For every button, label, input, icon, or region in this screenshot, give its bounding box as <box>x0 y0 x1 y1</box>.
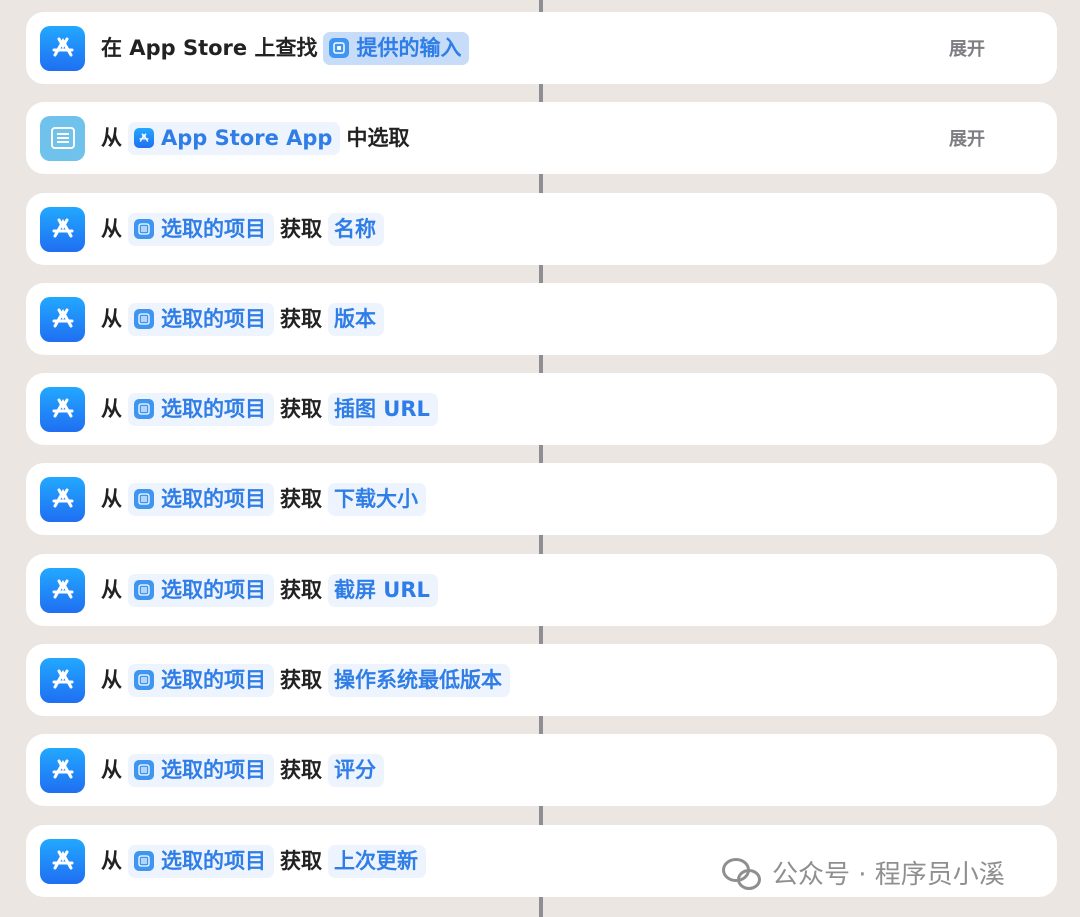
action-card-get-download-size[interactable]: 从 选取的项目 获取 下载大小 <box>26 463 1057 535</box>
selected-item-token[interactable]: 选取的项目 <box>128 302 274 336</box>
list-icon <box>134 309 154 329</box>
step-text-prefix: 从 <box>101 757 122 782</box>
watermark-text: 公众号 · 程序员小溪 <box>772 860 1005 890</box>
app-store-icon <box>40 747 85 793</box>
app-store-icon <box>40 657 85 703</box>
step-text-prefix: 从 <box>101 396 122 421</box>
input-icon <box>329 38 350 58</box>
property-token[interactable]: 操作系统最低版本 <box>328 663 510 697</box>
selected-item-token-label: 选取的项目 <box>161 306 266 331</box>
selected-item-token-label: 选取的项目 <box>161 216 266 241</box>
action-card-get-artwork-url[interactable]: 从 选取的项目 获取 插图 URL <box>26 373 1057 445</box>
app-store-icon <box>40 838 85 884</box>
list-icon <box>40 115 85 161</box>
action-card-get-name[interactable]: 从 选取的项目 获取 名称 <box>26 193 1057 265</box>
selected-item-token[interactable]: 选取的项目 <box>128 844 274 878</box>
wechat-icon <box>722 856 762 890</box>
step-text-prefix: 从 <box>101 577 122 602</box>
property-token[interactable]: 版本 <box>328 302 384 336</box>
selected-item-token-label: 选取的项目 <box>161 848 266 873</box>
list-icon <box>134 489 154 509</box>
app-store-app-token[interactable]: App Store App <box>128 121 341 155</box>
selected-item-token[interactable]: 选取的项目 <box>128 663 274 697</box>
step-text-prefix: 从 <box>101 306 122 331</box>
list-icon <box>134 851 154 871</box>
action-card-find-app-store[interactable]: 在 App Store 上查找 提供的输入 展开 <box>26 12 1057 84</box>
selected-item-token-label: 选取的项目 <box>161 577 266 602</box>
step-verb: 获取 <box>280 396 322 421</box>
selected-item-token[interactable]: 选取的项目 <box>128 573 274 607</box>
input-token[interactable]: 提供的输入 <box>323 31 470 65</box>
app-store-app-token-label: App Store App <box>161 125 333 150</box>
property-token[interactable]: 下载大小 <box>328 482 426 516</box>
step-text-prefix: 从 <box>101 667 122 692</box>
step-text-prefix: 在 App Store 上查找 <box>101 35 318 60</box>
watermark: 公众号 · 程序员小溪 <box>722 854 1005 891</box>
step-verb: 获取 <box>280 216 322 241</box>
app-store-icon <box>134 128 154 148</box>
step-text-suffix: 中选取 <box>346 125 410 150</box>
step-verb: 获取 <box>280 667 322 692</box>
selected-item-token-label: 选取的项目 <box>161 486 266 511</box>
selected-item-token-label: 选取的项目 <box>161 667 266 692</box>
step-verb: 获取 <box>280 486 322 511</box>
action-card-get-version[interactable]: 从 选取的项目 获取 版本 <box>26 283 1057 355</box>
action-card-get-rating[interactable]: 从 选取的项目 获取 评分 <box>26 734 1057 806</box>
action-card-get-minimum-os-version[interactable]: 从 选取的项目 获取 操作系统最低版本 <box>26 644 1057 716</box>
app-store-icon <box>40 386 85 432</box>
list-icon <box>134 399 154 419</box>
step-verb: 获取 <box>280 848 322 873</box>
step-text-prefix: 从 <box>101 848 122 873</box>
list-icon <box>134 219 154 239</box>
selected-item-token[interactable]: 选取的项目 <box>128 753 274 787</box>
list-icon <box>134 760 154 780</box>
list-icon <box>134 670 154 690</box>
step-text-prefix: 从 <box>101 216 122 241</box>
step-verb: 获取 <box>280 306 322 331</box>
list-icon <box>134 580 154 600</box>
step-text-prefix: 从 <box>101 125 122 150</box>
action-card-get-screenshot-url[interactable]: 从 选取的项目 获取 截屏 URL <box>26 554 1057 626</box>
app-store-icon <box>40 25 85 71</box>
step-verb: 获取 <box>280 757 322 782</box>
selected-item-token[interactable]: 选取的项目 <box>128 392 274 426</box>
action-card-choose-from-list[interactable]: 从 App Store App 中选取 展开 <box>26 102 1057 174</box>
expand-button[interactable]: 展开 <box>949 35 985 61</box>
selected-item-token-label: 选取的项目 <box>161 757 266 782</box>
property-token[interactable]: 上次更新 <box>328 844 426 878</box>
app-store-icon <box>40 567 85 613</box>
expand-button[interactable]: 展开 <box>949 125 985 151</box>
app-store-icon <box>40 206 85 252</box>
property-token[interactable]: 评分 <box>328 753 384 787</box>
selected-item-token-label: 选取的项目 <box>161 396 266 421</box>
selected-item-token[interactable]: 选取的项目 <box>128 482 274 516</box>
app-store-icon <box>40 296 85 342</box>
step-text-prefix: 从 <box>101 486 122 511</box>
app-store-icon <box>40 476 85 522</box>
property-token[interactable]: 截屏 URL <box>328 573 438 607</box>
selected-item-token[interactable]: 选取的项目 <box>128 212 274 246</box>
property-token[interactable]: 名称 <box>328 212 384 246</box>
property-token[interactable]: 插图 URL <box>328 392 438 426</box>
step-verb: 获取 <box>280 577 322 602</box>
input-token-label: 提供的输入 <box>356 35 462 60</box>
